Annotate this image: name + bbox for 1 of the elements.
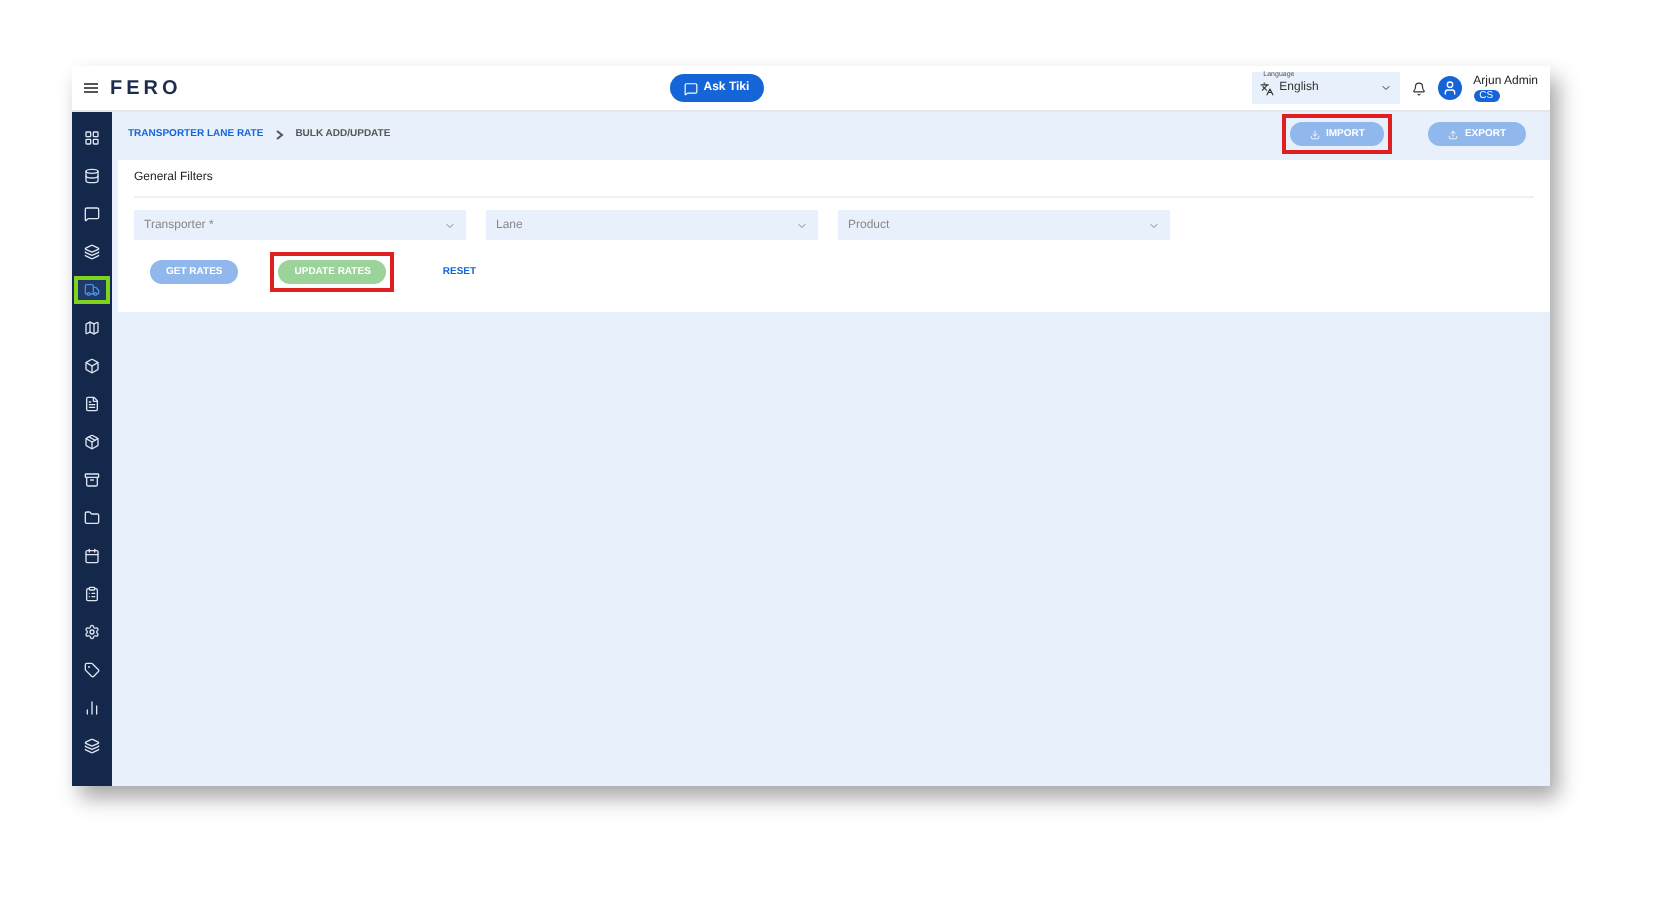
logo: FERO xyxy=(110,77,182,99)
